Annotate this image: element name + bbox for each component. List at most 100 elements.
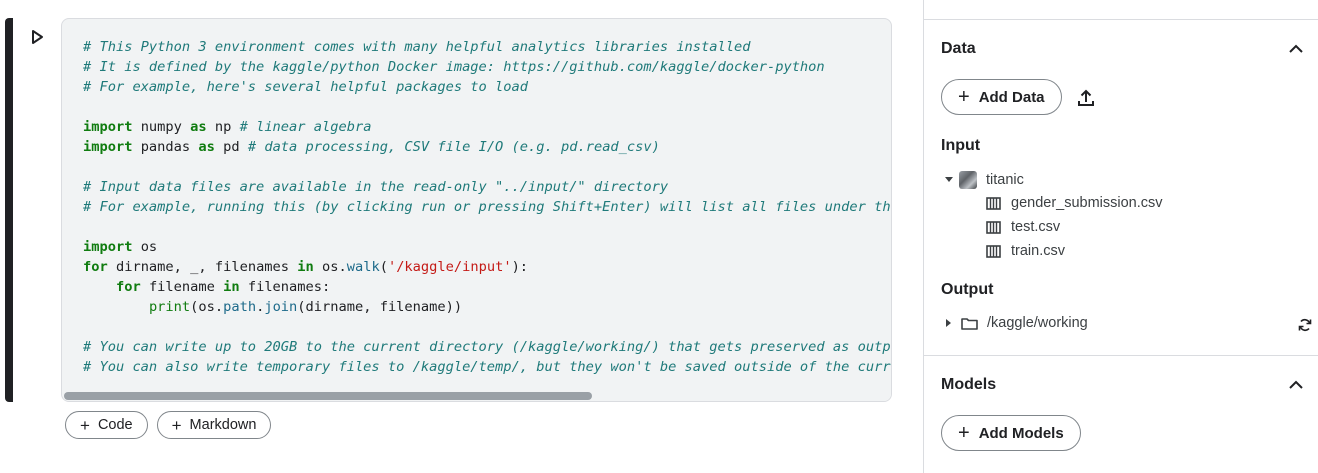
code-comment: # You can also write temporary files to … bbox=[83, 359, 891, 375]
caret-right-icon bbox=[941, 319, 957, 327]
code-text: ): bbox=[511, 259, 529, 275]
code-comment: # You can write up to 20GB to the curren… bbox=[83, 339, 891, 355]
play-icon bbox=[32, 30, 43, 44]
code-comment: # This Python 3 environment comes with m… bbox=[83, 39, 751, 55]
code-comment: # linear algebra bbox=[239, 119, 372, 135]
code-text: ( bbox=[379, 259, 388, 275]
file-item[interactable]: test.csv bbox=[986, 219, 1060, 235]
code-keyword: print bbox=[148, 299, 191, 315]
code-text: pandas bbox=[132, 139, 199, 155]
code-line[interactable]: # For example, running this (by clicking… bbox=[83, 197, 891, 217]
data-section-title: Data bbox=[941, 40, 976, 57]
active-cell-indicator bbox=[5, 18, 13, 402]
add-models-label: Add Models bbox=[978, 424, 1064, 442]
add-code-label: Code bbox=[97, 417, 133, 433]
code-line[interactable] bbox=[83, 157, 891, 177]
chevron-up-icon bbox=[1289, 380, 1303, 389]
collapse-models-button[interactable] bbox=[1286, 374, 1306, 394]
upload-button[interactable] bbox=[1074, 86, 1098, 110]
refresh-button[interactable] bbox=[1296, 316, 1314, 334]
code-string: '/kaggle/input' bbox=[387, 259, 512, 275]
code-comment: # It is defined by the kaggle/python Doc… bbox=[83, 59, 825, 75]
code-text: os bbox=[132, 239, 158, 255]
code-function: path bbox=[223, 299, 257, 315]
plus-icon: + bbox=[958, 422, 970, 444]
add-data-button[interactable]: + Add Data bbox=[941, 79, 1062, 115]
add-cell-toolbar: + Code + Markdown bbox=[65, 411, 272, 439]
code-line[interactable]: # Input data files are available in the … bbox=[83, 177, 891, 197]
output-path: /kaggle/working bbox=[987, 315, 1088, 331]
file-item[interactable]: gender_submission.csv bbox=[986, 195, 1163, 211]
code-comment: # Input data files are available in the … bbox=[83, 179, 669, 195]
file-item[interactable]: train.csv bbox=[986, 243, 1065, 259]
code-text: (dirname, filename)) bbox=[297, 299, 463, 315]
upload-icon bbox=[1078, 89, 1094, 106]
notebook-editor: # This Python 3 environment comes with m… bbox=[0, 0, 1318, 473]
code-function: join bbox=[264, 299, 298, 315]
code-keyword: import bbox=[83, 239, 133, 255]
horizontal-scrollbar[interactable] bbox=[62, 391, 891, 401]
dataset-name: titanic bbox=[986, 172, 1024, 188]
code-keyword: in bbox=[297, 259, 314, 275]
code-line[interactable]: for filename in filenames: bbox=[83, 277, 891, 297]
code-text: numpy bbox=[132, 119, 191, 135]
side-panel: Data + Add Data Input titanic gender_sub… bbox=[923, 0, 1318, 473]
code-comment: # For example, running this (by clicking… bbox=[83, 199, 891, 215]
output-folder[interactable]: /kaggle/working bbox=[941, 315, 1088, 331]
code-text: dirname, _, filenames bbox=[107, 259, 298, 275]
chevron-up-icon bbox=[1289, 44, 1303, 53]
file-name: gender_submission.csv bbox=[1011, 195, 1163, 211]
code-line[interactable]: import numpy as np # linear algebra bbox=[83, 117, 891, 137]
caret-down-icon bbox=[941, 177, 957, 183]
input-title: Input bbox=[941, 137, 981, 154]
code-text: os. bbox=[313, 259, 347, 275]
code-text: filenames: bbox=[239, 279, 331, 295]
code-keyword: import bbox=[83, 119, 133, 135]
plus-icon: + bbox=[958, 86, 970, 108]
code-cell[interactable]: # This Python 3 environment comes with m… bbox=[61, 18, 892, 402]
code-line[interactable]: import os bbox=[83, 237, 891, 257]
code-keyword: as bbox=[190, 119, 207, 135]
table-icon bbox=[986, 196, 1001, 210]
code-comment: # For example, here's several helpful pa… bbox=[83, 79, 528, 95]
code-text: (os. bbox=[190, 299, 224, 315]
section-divider bbox=[924, 355, 1318, 356]
add-models-button[interactable]: + Add Models bbox=[941, 415, 1081, 451]
plus-icon: + bbox=[171, 415, 182, 435]
add-code-cell-button[interactable]: + Code bbox=[65, 411, 148, 439]
code-line[interactable]: # This Python 3 environment comes with m… bbox=[83, 37, 891, 57]
code-keyword: as bbox=[198, 139, 215, 155]
code-line[interactable] bbox=[83, 317, 891, 337]
code-line[interactable]: for dirname, _, filenames in os.walk('/k… bbox=[83, 257, 891, 277]
code-function: walk bbox=[346, 259, 380, 275]
code-comment: # data processing, CSV file I/O (e.g. pd… bbox=[247, 139, 660, 155]
dataset-titanic[interactable]: titanic bbox=[941, 171, 1024, 189]
collapse-data-button[interactable] bbox=[1286, 38, 1306, 58]
code-line[interactable]: print(os.path.join(dirname, filename)) bbox=[83, 297, 891, 317]
code-keyword: for bbox=[83, 259, 108, 275]
code-keyword: import bbox=[83, 139, 133, 155]
plus-icon: + bbox=[80, 415, 90, 435]
folder-icon bbox=[961, 317, 978, 330]
code-text: np bbox=[206, 119, 240, 135]
code-line[interactable]: import pandas as pd # data processing, C… bbox=[83, 137, 891, 157]
code-line[interactable]: # You can also write temporary files to … bbox=[83, 357, 891, 377]
add-data-label: Add Data bbox=[978, 88, 1045, 106]
code-text: filename bbox=[140, 279, 224, 295]
scrollbar-thumb[interactable] bbox=[64, 392, 592, 400]
file-name: test.csv bbox=[1011, 219, 1061, 235]
add-markdown-label: Markdown bbox=[189, 417, 257, 433]
code-line[interactable]: # You can write up to 20GB to the curren… bbox=[83, 337, 891, 357]
code-line[interactable] bbox=[83, 217, 891, 237]
models-section-title: Models bbox=[941, 376, 997, 393]
code-line[interactable] bbox=[83, 97, 891, 117]
add-markdown-cell-button[interactable]: + Markdown bbox=[156, 411, 272, 439]
run-cell-button[interactable] bbox=[26, 26, 48, 48]
dataset-thumbnail bbox=[959, 171, 977, 189]
code-editor[interactable]: # This Python 3 environment comes with m… bbox=[83, 37, 891, 387]
code-line[interactable]: # For example, here's several helpful pa… bbox=[83, 77, 891, 97]
code-line[interactable]: # It is defined by the kaggle/python Doc… bbox=[83, 57, 891, 77]
file-name: train.csv bbox=[1011, 243, 1065, 259]
